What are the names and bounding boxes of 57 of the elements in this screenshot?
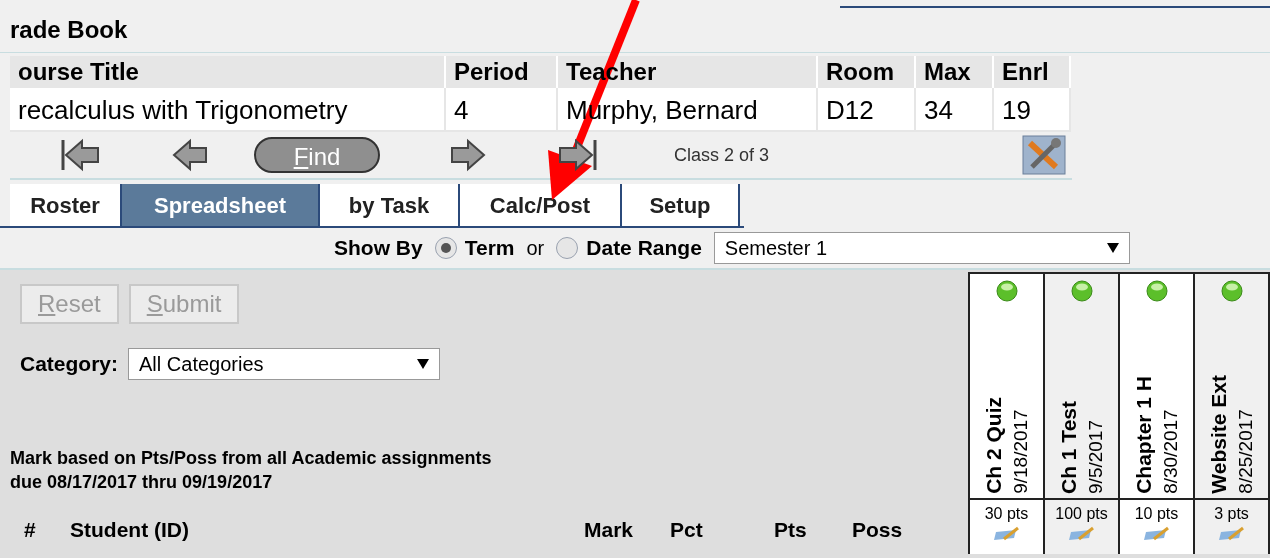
points-label: 30 pts bbox=[984, 504, 1029, 524]
assignment-date: 9/18/2017 bbox=[1008, 408, 1032, 494]
assignment-name[interactable]: Website Ext bbox=[1205, 375, 1232, 494]
class-position: Class 2 of 3 bbox=[674, 143, 770, 167]
assignment-name[interactable]: Ch 2 Quiz bbox=[980, 397, 1007, 494]
tab[interactable]: Setup bbox=[622, 184, 740, 226]
table-cell: recalculus with Trigonometry bbox=[10, 88, 446, 132]
points-label: 100 pts bbox=[1055, 504, 1108, 524]
tab[interactable]: Roster bbox=[10, 184, 122, 226]
edit-icon[interactable] bbox=[1218, 526, 1245, 542]
tools-icon[interactable] bbox=[1022, 135, 1066, 175]
radio-label: Date Range bbox=[586, 235, 702, 262]
tab[interactable]: Calc/Post bbox=[460, 184, 622, 226]
dropdown-caret-icon bbox=[1106, 243, 1119, 253]
column-header: ourse Title bbox=[10, 56, 446, 88]
column-header: Poss bbox=[852, 517, 904, 543]
column-header: Max bbox=[916, 56, 994, 88]
tab[interactable]: Spreadsheet bbox=[122, 184, 320, 226]
column-header: Pct bbox=[670, 517, 704, 543]
page-title: rade Book bbox=[10, 15, 128, 45]
dropdown-caret-icon bbox=[417, 359, 430, 369]
status-icon bbox=[1145, 280, 1168, 302]
assignment-name[interactable]: Ch 1 Test bbox=[1055, 401, 1082, 494]
note-text: due 08/17/2017 thru 09/19/2017 bbox=[10, 471, 274, 494]
column-header: # bbox=[23, 517, 37, 543]
column-header: Period bbox=[446, 56, 558, 88]
radio-label: Term bbox=[464, 235, 515, 262]
assignment-date: 8/25/2017 bbox=[1233, 408, 1257, 494]
points-label: 10 pts bbox=[1134, 504, 1179, 524]
status-icon bbox=[1070, 280, 1093, 302]
category-select[interactable]: All Categories bbox=[128, 348, 441, 380]
show-by-label: Show By bbox=[334, 235, 423, 262]
column-header: Enrl bbox=[994, 56, 1071, 88]
table-cell: D12 bbox=[818, 88, 916, 132]
points-label: 3 pts bbox=[1214, 504, 1249, 524]
tab[interactable]: by Task bbox=[320, 184, 460, 226]
column-header: Student (ID) bbox=[70, 517, 190, 543]
or-label: or bbox=[526, 236, 545, 261]
table-cell: 4 bbox=[446, 88, 558, 132]
edit-icon[interactable] bbox=[1068, 526, 1095, 542]
period-select[interactable]: Semester 1 bbox=[713, 232, 1130, 264]
assignment-date: 8/30/2017 bbox=[1158, 408, 1182, 494]
status-icon bbox=[995, 280, 1018, 302]
column-header: Mark bbox=[584, 517, 635, 543]
edit-icon[interactable] bbox=[1143, 526, 1170, 542]
note-text: Mark based on Pts/Poss from all Academic assignments bbox=[10, 447, 493, 470]
table-cell: 34 bbox=[916, 88, 994, 132]
assignment-date: 9/5/2017 bbox=[1083, 419, 1107, 494]
category-label: Category: bbox=[20, 351, 119, 378]
table-cell: 19 bbox=[994, 88, 1071, 132]
radio-button[interactable] bbox=[556, 237, 579, 259]
edit-icon[interactable] bbox=[993, 526, 1020, 542]
status-icon bbox=[1220, 280, 1243, 302]
column-header: Pts bbox=[774, 517, 808, 543]
radio-button[interactable] bbox=[434, 237, 457, 259]
assignment-name[interactable]: Chapter 1 H bbox=[1130, 376, 1157, 494]
column-header: Room bbox=[818, 56, 916, 88]
